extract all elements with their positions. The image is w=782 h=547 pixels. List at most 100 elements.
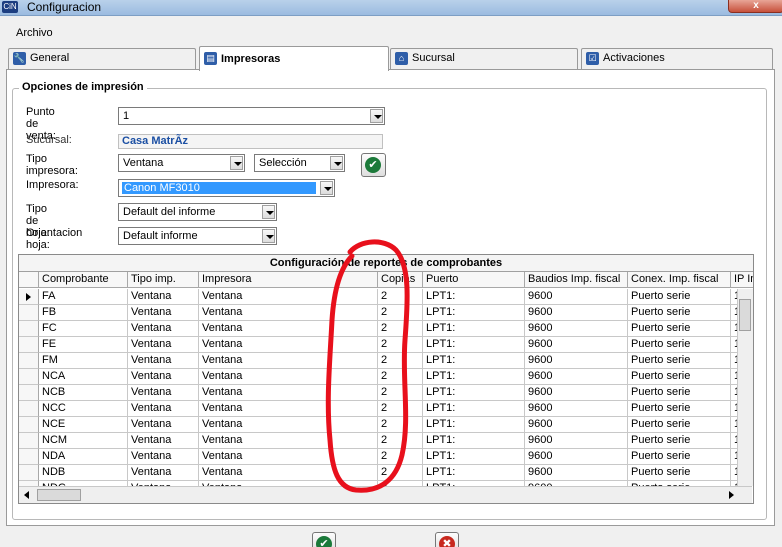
- table-cell[interactable]: Ventana: [199, 369, 378, 385]
- confirm-tipo-button[interactable]: ✔: [361, 153, 386, 177]
- vertical-scroll-thumb[interactable]: [739, 299, 751, 331]
- table-cell[interactable]: 2: [378, 369, 423, 385]
- table-cell[interactable]: Ventana: [199, 321, 378, 337]
- table-cell[interactable]: 2: [378, 305, 423, 321]
- row-selector[interactable]: [19, 305, 39, 321]
- table-cell[interactable]: Ventana: [128, 353, 199, 369]
- table-cell[interactable]: Puerto serie: [628, 321, 731, 337]
- impresora-select[interactable]: Canon MF3010: [118, 179, 335, 197]
- table-cell[interactable]: Puerto serie: [628, 369, 731, 385]
- chevron-down-icon[interactable]: [330, 156, 343, 170]
- table-cell[interactable]: 9600: [525, 401, 628, 417]
- table-cell[interactable]: Ventana: [128, 401, 199, 417]
- table-cell[interactable]: 2: [378, 289, 423, 305]
- table-row[interactable]: FAVentanaVentana2LPT1:9600Puerto serie12…: [19, 289, 739, 305]
- table-cell[interactable]: FE: [39, 337, 128, 353]
- punto-venta-select[interactable]: 1: [118, 107, 385, 125]
- horizontal-scrollbar[interactable]: [19, 486, 752, 503]
- table-cell[interactable]: Ventana: [128, 337, 199, 353]
- table-cell[interactable]: FA: [39, 289, 128, 305]
- row-selector[interactable]: [19, 433, 39, 449]
- menu-archivo[interactable]: Archivo: [16, 27, 53, 39]
- table-cell[interactable]: NCA: [39, 369, 128, 385]
- table-cell[interactable]: Puerto serie: [628, 353, 731, 369]
- chevron-down-icon[interactable]: [262, 205, 275, 219]
- table-cell[interactable]: 2: [378, 337, 423, 353]
- table-row[interactable]: NCCVentanaVentana2LPT1:9600Puerto serie1…: [19, 401, 739, 417]
- table-cell[interactable]: 9600: [525, 337, 628, 353]
- row-selector[interactable]: [19, 337, 39, 353]
- table-cell[interactable]: Ventana: [199, 417, 378, 433]
- table-cell[interactable]: Puerto serie: [628, 401, 731, 417]
- horizontal-scroll-thumb[interactable]: [37, 489, 81, 501]
- close-button[interactable]: x: [728, 0, 782, 13]
- table-cell[interactable]: Ventana: [199, 401, 378, 417]
- tipo-impresora-select[interactable]: Ventana: [118, 154, 245, 172]
- seleccion-select[interactable]: Selección: [254, 154, 345, 172]
- table-cell[interactable]: Ventana: [128, 417, 199, 433]
- table-cell[interactable]: Puerto serie: [628, 417, 731, 433]
- table-cell[interactable]: 9600: [525, 289, 628, 305]
- table-cell[interactable]: Ventana: [128, 305, 199, 321]
- tipo-hoja-select[interactable]: Default del informe: [118, 203, 277, 221]
- column-header[interactable]: Tipo imp.: [128, 272, 199, 288]
- scroll-right-icon[interactable]: [729, 491, 734, 499]
- row-selector[interactable]: [19, 369, 39, 385]
- table-cell[interactable]: 2: [378, 321, 423, 337]
- table-cell[interactable]: Ventana: [128, 433, 199, 449]
- table-row[interactable]: NCMVentanaVentana2LPT1:9600Puerto serie1…: [19, 433, 739, 449]
- table-cell[interactable]: FM: [39, 353, 128, 369]
- column-header[interactable]: Comprobante: [39, 272, 128, 288]
- table-cell[interactable]: Puerto serie: [628, 305, 731, 321]
- chevron-down-icon[interactable]: [230, 156, 243, 170]
- table-cell[interactable]: 9600: [525, 385, 628, 401]
- chevron-down-icon[interactable]: [320, 181, 333, 195]
- table-cell[interactable]: Ventana: [199, 449, 378, 465]
- table-cell[interactable]: Puerto serie: [628, 465, 731, 481]
- table-cell[interactable]: NDB: [39, 465, 128, 481]
- row-selector[interactable]: [19, 385, 39, 401]
- row-selector[interactable]: [19, 417, 39, 433]
- table-cell[interactable]: Puerto serie: [628, 449, 731, 465]
- table-cell[interactable]: Ventana: [199, 353, 378, 369]
- column-header[interactable]: Puerto: [423, 272, 525, 288]
- table-cell[interactable]: LPT1:: [423, 353, 525, 369]
- table-cell[interactable]: LPT1:: [423, 289, 525, 305]
- table-cell[interactable]: 9600: [525, 353, 628, 369]
- table-cell[interactable]: NCB: [39, 385, 128, 401]
- table-row[interactable]: FBVentanaVentana2LPT1:9600Puerto serie12…: [19, 305, 739, 321]
- chevron-down-icon[interactable]: [370, 109, 383, 123]
- table-cell[interactable]: FB: [39, 305, 128, 321]
- table-cell[interactable]: LPT1:: [423, 449, 525, 465]
- table-cell[interactable]: NCC: [39, 401, 128, 417]
- scroll-left-icon[interactable]: [24, 491, 29, 499]
- table-cell[interactable]: 9600: [525, 321, 628, 337]
- vertical-scrollbar[interactable]: [737, 289, 753, 486]
- tab-sucursal[interactable]: ⌂ Sucursal: [390, 48, 578, 69]
- table-cell[interactable]: Puerto serie: [628, 289, 731, 305]
- table-cell[interactable]: NCE: [39, 417, 128, 433]
- table-cell[interactable]: 9600: [525, 305, 628, 321]
- table-cell[interactable]: LPT1:: [423, 385, 525, 401]
- table-cell[interactable]: 2: [378, 417, 423, 433]
- table-row[interactable]: NDBVentanaVentana2LPT1:9600Puerto serie1…: [19, 465, 739, 481]
- table-cell[interactable]: 2: [378, 433, 423, 449]
- table-cell[interactable]: 9600: [525, 449, 628, 465]
- row-selector[interactable]: [19, 353, 39, 369]
- table-cell[interactable]: Ventana: [128, 449, 199, 465]
- table-cell[interactable]: 9600: [525, 433, 628, 449]
- table-cell[interactable]: LPT1:: [423, 321, 525, 337]
- table-row[interactable]: NCEVentanaVentana2LPT1:9600Puerto serie1…: [19, 417, 739, 433]
- column-header[interactable]: Conex. Imp. fiscal: [628, 272, 731, 288]
- table-cell[interactable]: Ventana: [128, 385, 199, 401]
- table-cell[interactable]: Ventana: [199, 465, 378, 481]
- ok-button[interactable]: ✔: [312, 532, 336, 547]
- table-cell[interactable]: LPT1:: [423, 401, 525, 417]
- table-row[interactable]: NCAVentanaVentana2LPT1:9600Puerto serie1…: [19, 369, 739, 385]
- table-cell[interactable]: Puerto serie: [628, 385, 731, 401]
- table-cell[interactable]: 2: [378, 353, 423, 369]
- table-cell[interactable]: LPT1:: [423, 305, 525, 321]
- table-cell[interactable]: LPT1:: [423, 417, 525, 433]
- table-cell[interactable]: NCM: [39, 433, 128, 449]
- column-header[interactable]: Impresora: [199, 272, 378, 288]
